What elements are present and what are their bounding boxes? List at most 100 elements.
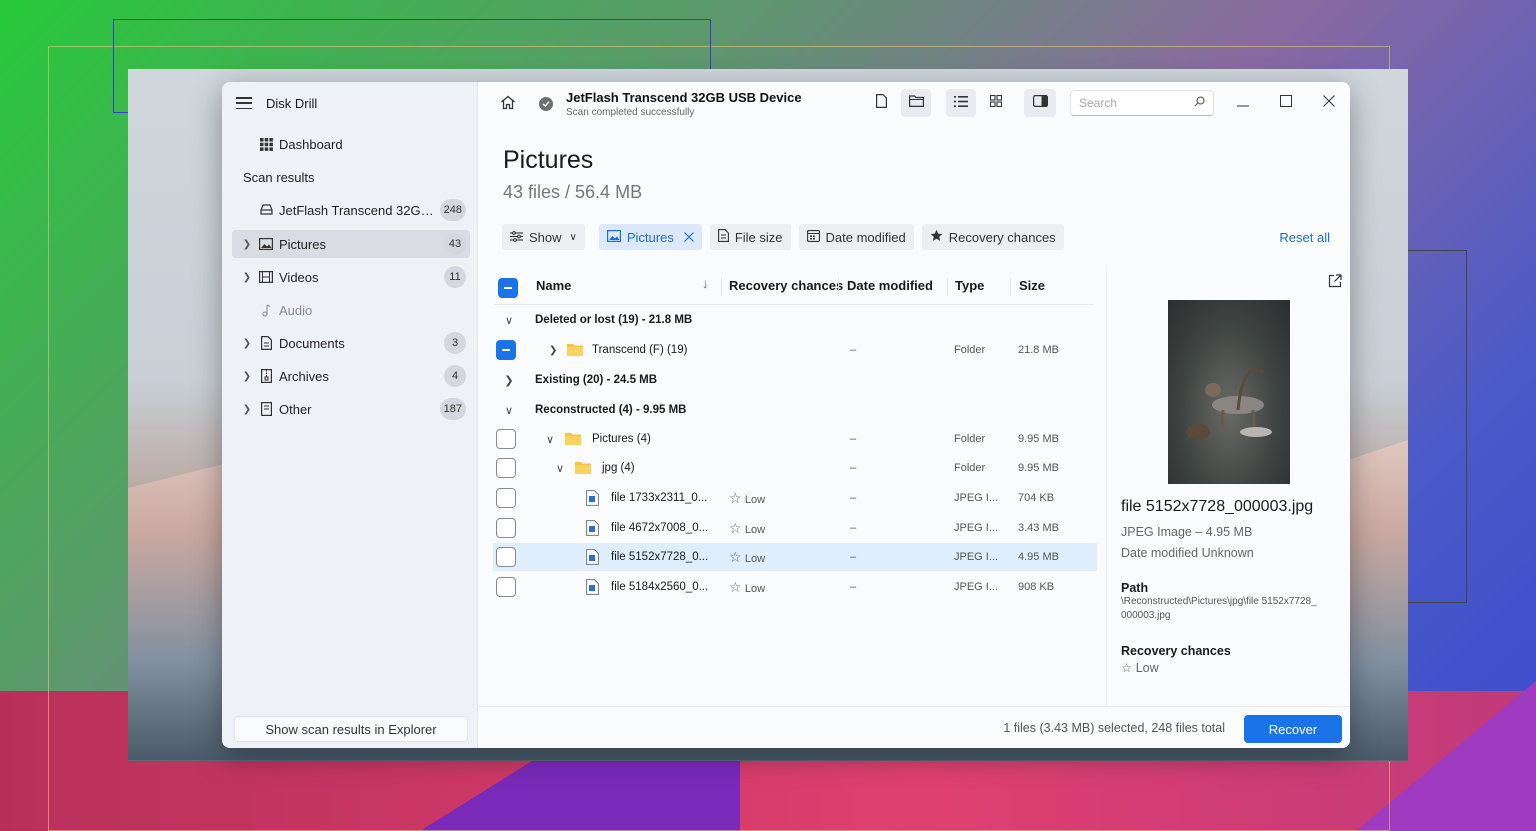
date-modified-filter-button[interactable]: Date modified	[798, 224, 914, 250]
column-header-size[interactable]: Size	[1019, 278, 1045, 293]
sidebar-item-pictures[interactable]: ❯ Pictures 43	[232, 230, 470, 258]
table-row[interactable]: ∨ Pictures (4) – Folder 9.95 MB	[493, 425, 1097, 453]
sidebar-item-label: Audio	[279, 302, 313, 318]
date-cell: –	[850, 581, 857, 593]
column-header-type[interactable]: Type	[955, 278, 984, 293]
maximize-icon	[1280, 94, 1292, 112]
count-badge: 4	[444, 365, 466, 387]
sidebar-item-audio[interactable]: Audio	[232, 296, 470, 324]
sidebar-item-label: Archives	[279, 368, 329, 384]
folder-view-button[interactable]	[901, 89, 931, 117]
group-row-existing[interactable]: ❯ Existing (20) - 24.5 MB	[493, 366, 1097, 394]
chevron-down-icon[interactable]: ∨	[556, 462, 564, 475]
sidebar-item-documents[interactable]: ❯ Documents 3	[232, 329, 470, 357]
table-row[interactable]: ∨ jpg (4) – Folder 9.95 MB	[493, 454, 1097, 482]
search-icon[interactable]	[1194, 96, 1205, 110]
preview-recovery-value: ☆ Low	[1121, 661, 1159, 675]
close-button[interactable]	[1318, 92, 1340, 114]
app-window: Disk Drill Dashboard Scan results JetFla…	[222, 82, 1350, 748]
menu-icon[interactable]	[236, 97, 252, 109]
table-row[interactable]: ❯ Transcend (F) (19) – Folder 21.8 MB	[493, 336, 1097, 364]
close-icon[interactable]	[683, 230, 694, 245]
grid-view-button[interactable]	[981, 89, 1011, 117]
chevron-down-icon[interactable]: ∨	[503, 314, 515, 327]
chevron-right-icon[interactable]: ❯	[240, 404, 254, 415]
film-icon	[258, 269, 274, 285]
chevron-right-icon[interactable]: ❯	[503, 374, 515, 387]
file-size-filter-button[interactable]: File size	[709, 224, 791, 250]
preview-file-type: JPEG Image – 4.95 MB	[1121, 525, 1253, 539]
folder-icon	[908, 94, 924, 112]
type-cell: JPEG I...	[954, 492, 999, 504]
document-icon	[258, 335, 274, 351]
column-header-name[interactable]: Name	[536, 278, 571, 293]
recovery-cell: ☆ Low	[729, 548, 766, 565]
open-external-icon[interactable]	[1328, 274, 1342, 293]
group-row-deleted[interactable]: ∨ Deleted or lost (19) - 21.8 MB	[493, 306, 1097, 334]
type-cell: Folder	[954, 462, 986, 474]
file-table: Name ↓ Recovery chances Date modified Ty…	[478, 266, 1106, 706]
sidebar-item-other[interactable]: ❯ Other 187	[232, 395, 470, 423]
column-header-date[interactable]: Date modified	[847, 278, 933, 293]
pictures-filter-chip[interactable]: Pictures	[598, 224, 702, 250]
chevron-right-icon[interactable]: ❯	[240, 338, 254, 349]
document-icon	[717, 229, 729, 245]
image-file-icon	[586, 490, 599, 509]
sidebar-item-device[interactable]: JetFlash Transcend 32GB U... 248	[232, 196, 470, 224]
file-view-button[interactable]	[866, 89, 896, 117]
row-checkbox[interactable]	[496, 518, 516, 538]
close-icon	[1323, 94, 1335, 112]
chevron-down-icon[interactable]: ∨	[503, 404, 515, 417]
reset-all-link[interactable]: Reset all	[1279, 230, 1330, 245]
recovery-chances-filter-button[interactable]: Recovery chances	[921, 224, 1064, 250]
count-badge: 11	[444, 266, 466, 288]
star-icon	[930, 229, 943, 245]
device-name: JetFlash Transcend 32GB USB Device	[566, 90, 802, 105]
sidebar-item-videos[interactable]: ❯ Videos 11	[232, 263, 470, 291]
column-header-recovery[interactable]: Recovery chances	[729, 278, 843, 293]
folder-icon	[565, 432, 581, 448]
recover-button[interactable]: Recover	[1244, 715, 1342, 743]
chevron-right-icon[interactable]: ❯	[240, 239, 254, 250]
app-title: Disk Drill	[266, 95, 318, 111]
chevron-right-icon[interactable]: ❯	[240, 272, 254, 283]
sidebar-item-label: Dashboard	[279, 136, 343, 152]
row-checkbox[interactable]	[496, 577, 516, 597]
maximize-button[interactable]	[1275, 92, 1297, 114]
sort-arrow-down-icon[interactable]: ↓	[702, 276, 709, 291]
group-label: Reconstructed (4) - 9.95 MB	[535, 404, 687, 416]
file-name: file 5184x2560_0...	[611, 581, 709, 593]
home-icon[interactable]	[500, 95, 516, 115]
minimize-button[interactable]	[1232, 92, 1254, 114]
star-outline-icon: ☆	[1121, 661, 1133, 675]
table-row[interactable]: file 5184x2560_0... ☆ Low – JPEG I... 90…	[493, 573, 1097, 601]
table-row[interactable]: file 4672x7008_0... ☆ Low – JPEG I... 3.…	[493, 514, 1097, 542]
sidebar-item-dashboard[interactable]: Dashboard	[232, 130, 470, 158]
chevron-down-icon[interactable]: ∨	[546, 433, 554, 446]
preview-pane-button[interactable]	[1024, 89, 1056, 117]
image-file-icon	[586, 579, 599, 598]
table-row-selected[interactable]: file 5152x7728_0... ☆ Low – JPEG I... 4.…	[493, 543, 1097, 571]
row-checkbox[interactable]	[496, 458, 516, 478]
pictures-filter-label: Pictures	[626, 229, 674, 245]
row-checkbox[interactable]	[496, 488, 516, 508]
list-view-button[interactable]	[946, 89, 976, 117]
size-cell: 908 KB	[1018, 581, 1055, 593]
row-checkbox[interactable]	[496, 429, 516, 449]
select-all-checkbox[interactable]	[498, 278, 518, 298]
sidebar-item-archives[interactable]: ❯ Archives 4	[232, 362, 470, 390]
file-name: file 5152x7728_0...	[611, 551, 709, 563]
row-checkbox[interactable]	[496, 340, 516, 360]
sidebar: Disk Drill Dashboard Scan results JetFla…	[222, 82, 478, 748]
file-name: Transcend (F) (19)	[592, 344, 688, 356]
row-checkbox[interactable]	[496, 547, 516, 567]
chevron-right-icon[interactable]: ❯	[549, 345, 557, 356]
table-row[interactable]: file 1733x2311_0... ☆ Low – JPEG I... 70…	[493, 484, 1097, 512]
toolbar: JetFlash Transcend 32GB USB Device Scan …	[478, 82, 1350, 124]
show-filter-button[interactable]: Show ∨	[502, 224, 585, 250]
group-row-reconstructed[interactable]: ∨ Reconstructed (4) - 9.95 MB	[493, 396, 1097, 424]
chevron-right-icon[interactable]: ❯	[240, 371, 254, 382]
preview-path: \Reconstructed\Pictures\jpg\file 5152x77…	[1121, 596, 1317, 621]
search-input[interactable]	[1079, 96, 1189, 110]
show-in-explorer-button[interactable]: Show scan results in Explorer	[234, 716, 468, 742]
